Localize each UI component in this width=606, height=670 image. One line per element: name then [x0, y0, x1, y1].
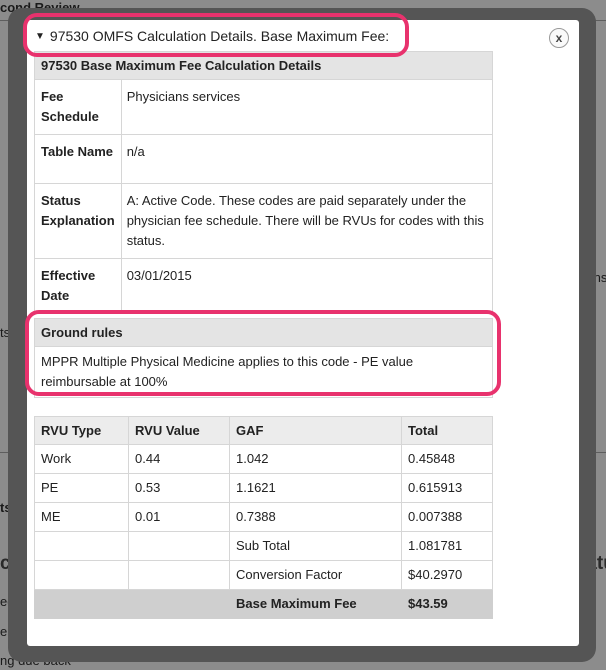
table-row: Sub Total 1.081781 — [34, 531, 493, 561]
row-value: A: Active Code. These codes are paid sep… — [120, 183, 494, 259]
table-header-row: RVU Type RVU Value GAF Total — [34, 416, 493, 445]
rvu-table: RVU Type RVU Value GAF Total Work 0.44 1… — [34, 416, 493, 619]
table-cell: 1.081781 — [401, 531, 493, 561]
table-cell — [34, 560, 129, 590]
row-label: Fee Schedule — [34, 79, 122, 135]
table-cell: 0.53 — [128, 473, 230, 503]
row-label: Status Explanation — [34, 183, 122, 259]
row-value: n/a — [120, 134, 494, 184]
table-cell — [34, 589, 129, 619]
table-cell — [128, 589, 230, 619]
table-cell — [128, 531, 230, 561]
table-cell: 0.007388 — [401, 502, 493, 532]
table-row: Fee Schedule Physicians services — [34, 79, 494, 135]
column-header: RVU Type — [34, 416, 129, 445]
fee-calculation-details-table: 97530 Base Maximum Fee Calculation Detai… — [34, 51, 494, 314]
total-label: Base Maximum Fee — [229, 589, 402, 619]
row-label: Table Name — [34, 134, 122, 184]
table-cell — [34, 531, 129, 561]
column-header: Total — [401, 416, 493, 445]
table-row: Table Name n/a — [34, 134, 494, 184]
table-cell: 0.01 — [128, 502, 230, 532]
table-cell: Conversion Factor — [229, 560, 402, 590]
row-label: Effective Date — [34, 258, 122, 314]
total-value: $43.59 — [401, 589, 493, 619]
table-cell: 0.7388 — [229, 502, 402, 532]
table-row: PE 0.53 1.1621 0.615913 — [34, 473, 493, 503]
table-cell: Work — [34, 444, 129, 474]
table-row: ME 0.01 0.7388 0.007388 — [34, 502, 493, 532]
table-cell: PE — [34, 473, 129, 503]
column-header: GAF — [229, 416, 402, 445]
table-row: Effective Date 03/01/2015 — [34, 258, 494, 314]
table-cell: 0.45848 — [401, 444, 493, 474]
table-row: Work 0.44 1.042 0.45848 — [34, 444, 493, 474]
total-row: Base Maximum Fee $43.59 — [34, 589, 493, 619]
table-cell: 0.44 — [128, 444, 230, 474]
table-cell: 1.1621 — [229, 473, 402, 503]
table-row: Status Explanation A: Active Code. These… — [34, 183, 494, 259]
row-value: 03/01/2015 — [120, 258, 494, 314]
row-value: Physicians services — [120, 79, 494, 135]
table-cell: ME — [34, 502, 129, 532]
ground-rules-highlight-box — [25, 310, 501, 396]
column-header: RVU Value — [128, 416, 230, 445]
table-cell: 1.042 — [229, 444, 402, 474]
table-cell: Sub Total — [229, 531, 402, 561]
table-cell: $40.2970 — [401, 560, 493, 590]
table-cell — [128, 560, 230, 590]
title-highlight-box — [23, 13, 409, 57]
table-row: Conversion Factor $40.2970 — [34, 560, 493, 590]
close-button[interactable]: x — [549, 28, 569, 48]
table-cell: 0.615913 — [401, 473, 493, 503]
